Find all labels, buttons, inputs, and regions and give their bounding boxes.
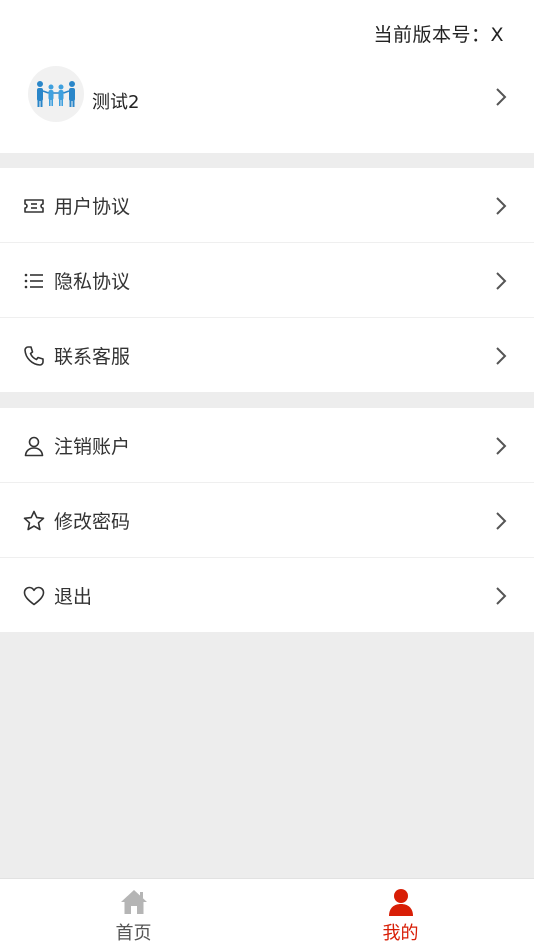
menu-item-user-agreement[interactable]: 用户协议 <box>0 168 534 243</box>
list-icon <box>24 273 43 289</box>
chevron-right-icon <box>496 272 507 290</box>
tab-mine[interactable]: 我的 <box>267 879 534 950</box>
username: 测试2 <box>92 92 140 113</box>
menu-group-account: 注销账户 修改密码 退出 <box>0 408 534 632</box>
menu-item-delete-account[interactable]: 注销账户 <box>0 408 534 483</box>
menu-item-label: 修改密码 <box>54 511 131 533</box>
user-icon <box>24 436 44 457</box>
menu-item-label: 联系客服 <box>54 346 131 368</box>
star-icon <box>23 510 45 531</box>
chevron-right-icon <box>496 197 507 215</box>
settings-page: 当前版本号：X 测试2 用户协议 隐私协议 联系客服 注销账户 修改密码 退出 … <box>0 0 534 950</box>
chevron-right-icon <box>496 512 507 530</box>
chevron-right-icon <box>496 88 507 106</box>
person-icon <box>388 889 413 916</box>
avatar <box>28 66 84 122</box>
menu-item-label: 隐私协议 <box>54 271 131 293</box>
menu-item-label: 用户协议 <box>54 196 131 218</box>
menu-item-label: 注销账户 <box>54 436 131 458</box>
family-people-icon <box>37 81 75 107</box>
menu-group-info: 用户协议 隐私协议 联系客服 <box>0 168 534 392</box>
tab-label: 首页 <box>115 923 152 944</box>
profile-card: 当前版本号：X 测试2 <box>0 0 534 153</box>
tab-home[interactable]: 首页 <box>0 879 267 950</box>
menu-item-privacy-agreement[interactable]: 隐私协议 <box>0 243 534 318</box>
menu-item-contact-support[interactable]: 联系客服 <box>0 318 534 393</box>
home-icon <box>120 890 147 914</box>
tab-label: 我的 <box>382 923 419 944</box>
bottom-tab-bar: 首页 我的 <box>0 878 534 950</box>
chevron-right-icon <box>496 437 507 455</box>
version-label: 当前版本号：X <box>373 24 504 46</box>
heart-icon <box>23 586 45 606</box>
ticket-icon <box>24 199 44 213</box>
menu-item-logout[interactable]: 退出 <box>0 558 534 633</box>
menu-item-change-password[interactable]: 修改密码 <box>0 483 534 558</box>
chevron-right-icon <box>496 347 507 365</box>
profile-row[interactable]: 测试2 <box>0 62 534 134</box>
menu-item-label: 退出 <box>54 586 93 608</box>
phone-icon <box>24 346 44 366</box>
chevron-right-icon <box>496 587 507 605</box>
